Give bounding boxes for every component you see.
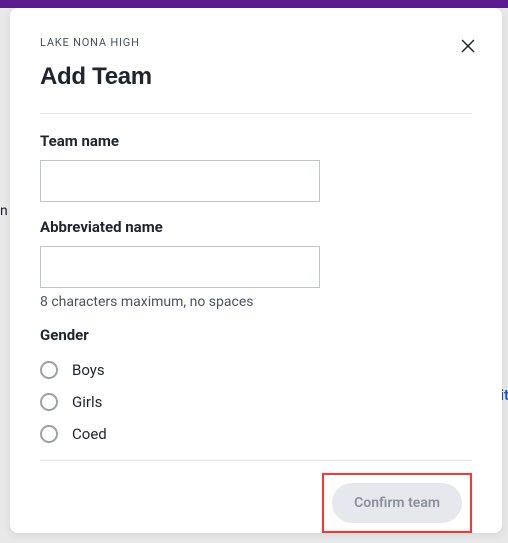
team-name-input[interactable] <box>40 160 320 202</box>
radio-icon <box>40 393 58 411</box>
modal-subtitle: LAKE NONA HIGH <box>40 36 472 49</box>
gender-option-girls[interactable]: Girls <box>40 386 472 418</box>
gender-field-group: Gender Boys Girls Coed <box>40 326 472 450</box>
gender-option-coed[interactable]: Coed <box>40 418 472 450</box>
abbreviated-name-field-group: Abbreviated name 8 characters maximum, n… <box>40 218 472 310</box>
header-divider <box>40 113 472 114</box>
abbreviated-name-input[interactable] <box>40 246 320 288</box>
highlight-annotation: Confirm team <box>322 473 472 533</box>
team-name-field-group: Team name <box>40 132 472 202</box>
radio-icon <box>40 425 58 443</box>
gender-option-label: Boys <box>72 361 105 379</box>
abbreviated-name-hint: 8 characters maximum, no spaces <box>40 294 472 310</box>
gender-option-boys[interactable]: Boys <box>40 354 472 386</box>
gender-option-label: Coed <box>72 425 107 443</box>
modal-footer: Confirm team <box>40 461 472 533</box>
modal-title: Add Team <box>40 63 472 91</box>
add-team-modal: LAKE NONA HIGH Add Team Team name Abbrev… <box>10 8 502 533</box>
gender-label: Gender <box>40 326 472 344</box>
gender-option-label: Girls <box>72 393 102 411</box>
close-icon <box>459 37 477 55</box>
confirm-team-button[interactable]: Confirm team <box>332 483 462 523</box>
close-button[interactable] <box>456 34 480 58</box>
abbreviated-name-label: Abbreviated name <box>40 218 472 236</box>
radio-icon <box>40 361 58 379</box>
team-name-label: Team name <box>40 132 472 150</box>
background-text-fragment-left: n <box>0 203 8 219</box>
top-accent-bar <box>0 0 508 8</box>
